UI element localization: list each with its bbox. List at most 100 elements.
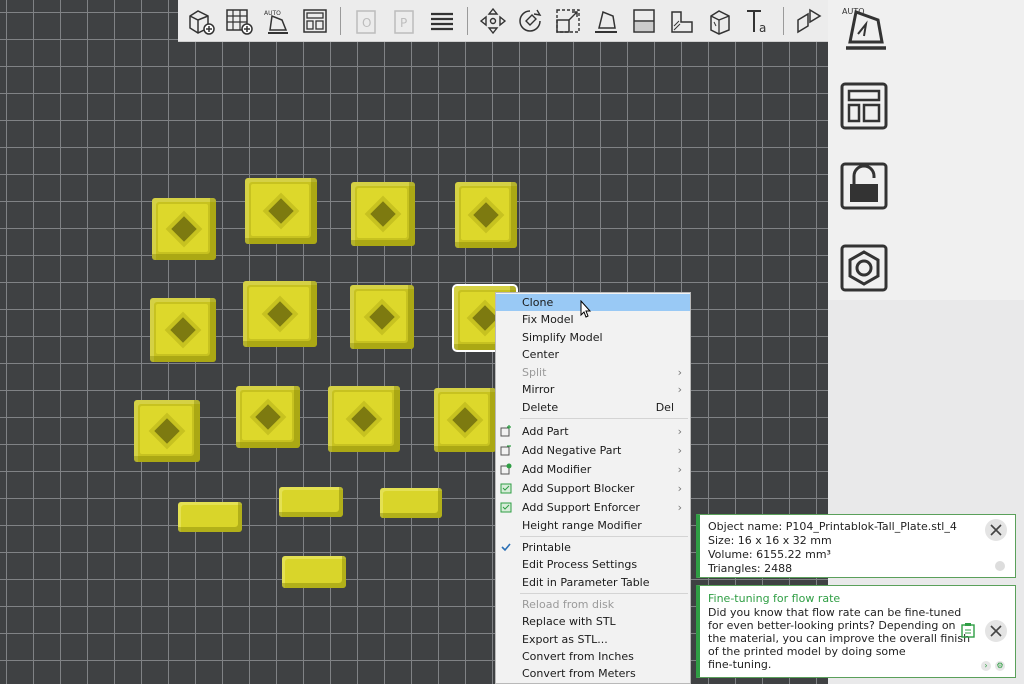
menu-item-reload-from-disk[interactable]: Reload from disk — [496, 596, 690, 613]
menu-item-add-support-enforcer[interactable]: Add Support Enforcer › — [496, 499, 690, 516]
object-info-panel: Object name: P104_Printablok-Tall_Plate.… — [696, 514, 1016, 578]
move-icon[interactable] — [476, 4, 510, 38]
model-object[interactable] — [279, 487, 343, 517]
menu-separator — [520, 536, 688, 537]
nut-settings-icon[interactable] — [836, 240, 892, 296]
model-object[interactable] — [380, 488, 442, 518]
next-tip-icon[interactable]: › — [981, 661, 991, 671]
menu-item-clone[interactable]: Clone — [496, 294, 690, 311]
lay-on-face-icon[interactable] — [589, 4, 623, 38]
menu-item-edit-parameter-table[interactable]: Edit in Parameter Table — [496, 574, 690, 591]
menu-item-height-range-modifier[interactable]: Height range Modifier — [496, 517, 690, 534]
menu-item-convert-from-inches[interactable]: Convert from Inches — [496, 648, 690, 665]
svg-text:O: O — [362, 16, 371, 30]
tip-text-line: of the printed model by doing some — [708, 645, 906, 658]
3d-viewport[interactable] — [0, 0, 828, 684]
context-menu: Clone Fix Model Simplify Model Center Sp… — [495, 292, 691, 684]
menu-item-delete[interactable]: Delete Del — [496, 399, 690, 416]
clipboard-icon[interactable] — [961, 622, 975, 638]
menu-separator — [520, 593, 688, 594]
menu-item-add-negative-part[interactable]: Add Negative Part › — [496, 442, 690, 459]
add-plate-icon[interactable] — [222, 4, 256, 38]
checkmark-icon — [501, 543, 511, 552]
tip-text-line: Did you know that flow rate can be fine-… — [708, 606, 962, 619]
minimize-icon[interactable] — [995, 561, 1005, 571]
object-triangles: Triangles: 2488 — [708, 562, 793, 575]
model-object[interactable] — [245, 178, 317, 244]
menu-item-add-support-blocker[interactable]: Add Support Blocker › — [496, 480, 690, 497]
close-button[interactable] — [985, 519, 1007, 541]
menu-separator — [520, 418, 688, 419]
split-objects-icon[interactable]: O — [349, 4, 383, 38]
menu-item-add-modifier[interactable]: Add Modifier › — [496, 461, 690, 478]
scale-icon[interactable] — [551, 4, 585, 38]
cut-icon[interactable] — [627, 4, 661, 38]
model-object[interactable] — [150, 298, 216, 362]
lock-icon[interactable] — [836, 158, 892, 214]
assembly-icon[interactable] — [792, 4, 826, 38]
model-object[interactable] — [328, 386, 400, 452]
toolbar-separator — [339, 6, 341, 35]
chevron-right-icon: › — [677, 444, 682, 457]
model-object[interactable] — [351, 182, 415, 246]
close-icon — [990, 524, 1002, 536]
chevron-right-icon: › — [677, 501, 682, 514]
menu-item-printable[interactable]: Printable — [496, 539, 690, 556]
tip-title[interactable]: Fine-tuning for flow rate — [708, 592, 840, 605]
menu-item-add-part[interactable]: Add Part › — [496, 423, 690, 440]
toolbar-separator — [466, 6, 468, 35]
object-volume: Volume: 6155.22 mm³ — [708, 548, 831, 561]
arrange-icon[interactable] — [836, 78, 892, 134]
close-button[interactable] — [985, 620, 1007, 642]
auto-orient-icon[interactable]: AUTO — [260, 4, 294, 38]
model-object[interactable] — [434, 388, 496, 452]
shortcut-label: Del — [655, 401, 674, 414]
model-object[interactable] — [134, 400, 200, 462]
chevron-right-icon: › — [677, 463, 682, 476]
close-icon — [990, 625, 1002, 637]
tip-text-line: the material, you can improve the overal… — [708, 632, 971, 645]
menu-item-fix-model[interactable]: Fix Model — [496, 311, 690, 328]
support-enforcer-icon — [500, 502, 512, 513]
settings-icon[interactable]: ⚙ — [995, 661, 1005, 671]
chevron-right-icon: › — [677, 425, 682, 438]
menu-item-edit-process-settings[interactable]: Edit Process Settings — [496, 556, 690, 573]
menu-item-simplify-model[interactable]: Simplify Model — [496, 329, 690, 346]
menu-item-replace-with-stl[interactable]: Replace with STL — [496, 613, 690, 630]
support-blocker-icon — [500, 483, 512, 494]
svg-text:P: P — [400, 16, 407, 30]
model-object[interactable] — [178, 502, 242, 532]
rotate-icon[interactable] — [514, 4, 548, 38]
split-parts-icon[interactable]: P — [387, 4, 421, 38]
menu-item-center[interactable]: Center — [496, 346, 690, 363]
toolbar-separator — [783, 6, 785, 35]
object-size: Size: 16 x 16 x 32 mm — [708, 534, 832, 547]
chevron-right-icon: › — [677, 482, 682, 495]
chevron-right-icon: › — [677, 366, 682, 379]
arrange-icon[interactable] — [298, 4, 332, 38]
tip-text-line: fine-tuning. — [708, 658, 772, 671]
model-object[interactable] — [350, 285, 414, 349]
model-object[interactable] — [152, 198, 216, 260]
menu-item-convert-from-meters[interactable]: Convert from Meters — [496, 665, 690, 682]
model-object[interactable] — [282, 556, 346, 588]
menu-item-split[interactable]: Split › — [496, 364, 690, 381]
svg-text:a: a — [759, 21, 766, 35]
model-object[interactable] — [455, 182, 517, 248]
model-object[interactable] — [236, 386, 300, 448]
menu-item-export-as-stl[interactable]: Export as STL... — [496, 631, 690, 648]
tip-notification: Fine-tuning for flow rate Did you know t… — [696, 585, 1016, 678]
layers-list-icon[interactable] — [425, 4, 459, 38]
top-toolbar: AUTO O P a — [178, 0, 828, 42]
model-object[interactable] — [243, 281, 317, 347]
text-icon[interactable]: a — [741, 4, 775, 38]
menu-item-mirror[interactable]: Mirror › — [496, 381, 690, 398]
object-name: Object name: P104_Printablok-Tall_Plate.… — [708, 520, 957, 533]
support-paint-icon[interactable] — [703, 4, 737, 38]
add-object-icon[interactable] — [184, 4, 218, 38]
add-negative-part-icon — [500, 445, 511, 456]
add-part-icon — [500, 425, 511, 437]
seam-paint-icon[interactable] — [665, 4, 699, 38]
tip-text-line: for even better-looking prints? Dependin… — [708, 619, 956, 632]
auto-orient-icon[interactable]: AUTO — [836, 0, 892, 54]
